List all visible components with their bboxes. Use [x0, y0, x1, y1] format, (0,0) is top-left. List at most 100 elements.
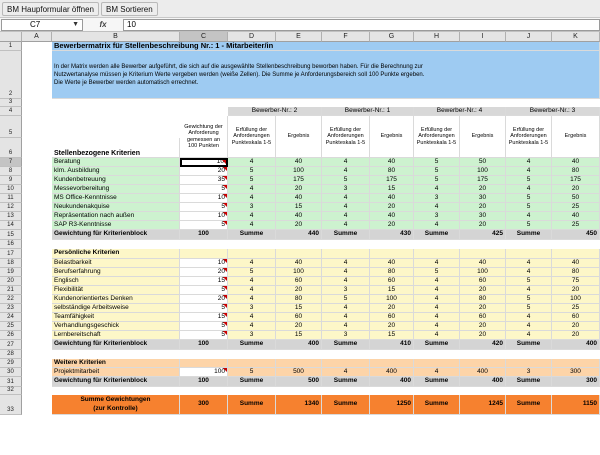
fulfillment-value[interactable]: 5	[506, 176, 552, 185]
row-header-12[interactable]: 12	[0, 203, 22, 212]
fulfillment-value[interactable]: 4	[228, 259, 276, 268]
weight-input[interactable]: 10	[180, 194, 228, 203]
cell[interactable]	[370, 249, 414, 259]
applicant-header[interactable]: Bewerber-Nr.: 1	[322, 107, 414, 116]
column-header-c[interactable]: C	[180, 32, 228, 42]
row-header-6[interactable]: 6	[0, 138, 22, 158]
fulfillment-value[interactable]: 5	[322, 295, 370, 304]
weight-input[interactable]: 15	[180, 313, 228, 322]
fulfillment-value[interactable]: 5	[414, 176, 460, 185]
cell[interactable]	[414, 249, 460, 259]
fulfillment-value[interactable]: 4	[506, 167, 552, 176]
weight-input[interactable]: 5	[180, 185, 228, 194]
weight-input[interactable]: 10	[180, 259, 228, 268]
applicant-header[interactable]: Bewerber-Nr.: 2	[228, 107, 322, 116]
fulfillment-value[interactable]: 3	[414, 194, 460, 203]
column-header-f[interactable]: F	[322, 32, 370, 42]
row-header-24[interactable]: 24	[0, 313, 22, 322]
column-header-d[interactable]: D	[228, 32, 276, 42]
name-box[interactable]: C7 ▼	[1, 18, 83, 31]
cell[interactable]	[552, 249, 600, 259]
row-header-7[interactable]: 7	[0, 158, 22, 167]
weight-input[interactable]: 10	[180, 212, 228, 221]
fulfillment-value[interactable]: 5	[414, 158, 460, 167]
fulfillment-value[interactable]: 4	[322, 277, 370, 286]
row-header-26[interactable]: 26	[0, 331, 22, 340]
column-header-b[interactable]: B	[52, 32, 180, 42]
row-header-30[interactable]: 30	[0, 368, 22, 377]
fulfillment-header[interactable]: Erfüllung der Anforderungen Punkteskala …	[414, 116, 460, 158]
row-header-11[interactable]: 11	[0, 194, 22, 203]
fulfillment-value[interactable]: 4	[414, 313, 460, 322]
weight-header[interactable]: Gewichtung der Anforderung gemessen an 1…	[180, 116, 228, 158]
weight-input[interactable]: 5	[180, 304, 228, 313]
fulfillment-value[interactable]: 4	[228, 194, 276, 203]
fulfillment-value[interactable]: 4	[322, 167, 370, 176]
column-header-a[interactable]: A	[22, 32, 52, 42]
select-all-corner[interactable]	[0, 32, 22, 42]
cell[interactable]	[276, 359, 322, 368]
row-header-4[interactable]: 4	[0, 107, 22, 116]
cell[interactable]	[460, 249, 506, 259]
cell[interactable]	[276, 249, 322, 259]
row-header-5[interactable]: 5	[0, 116, 22, 138]
row-header-2[interactable]: 2	[0, 51, 22, 99]
row-header-3[interactable]: 3	[0, 99, 22, 107]
fulfillment-value[interactable]: 4	[228, 221, 276, 230]
cell[interactable]	[506, 359, 552, 368]
fulfillment-value[interactable]: 4	[506, 286, 552, 295]
applicant-header[interactable]: Bewerber-Nr.: 4	[414, 107, 506, 116]
weight-input[interactable]: 20	[180, 295, 228, 304]
cell[interactable]	[180, 359, 228, 368]
row-header-25[interactable]: 25	[0, 322, 22, 331]
fulfillment-value[interactable]: 4	[228, 212, 276, 221]
cell[interactable]	[460, 359, 506, 368]
fulfillment-value[interactable]: 4	[414, 368, 460, 377]
fulfillment-header[interactable]: Erfüllung der Anforderungen Punkteskala …	[322, 116, 370, 158]
fulfillment-value[interactable]: 4	[228, 286, 276, 295]
fulfillment-value[interactable]: 4	[506, 331, 552, 340]
fulfillment-value[interactable]: 3	[322, 331, 370, 340]
fulfillment-value[interactable]: 4	[322, 322, 370, 331]
fulfillment-value[interactable]: 4	[414, 185, 460, 194]
result-header[interactable]: Ergebnis	[552, 116, 600, 158]
fulfillment-value[interactable]: 4	[506, 322, 552, 331]
fulfillment-value[interactable]: 3	[322, 286, 370, 295]
weight-input-selected[interactable]: 10	[180, 158, 228, 167]
row-header-32[interactable]: 32	[0, 387, 22, 395]
column-header-j[interactable]: J	[506, 32, 552, 42]
row-header-23[interactable]: 23	[0, 304, 22, 313]
column-header-k[interactable]: K	[552, 32, 600, 42]
fulfillment-header[interactable]: Erfüllung der Anforderungen Punkteskala …	[228, 116, 276, 158]
fulfillment-value[interactable]: 4	[506, 259, 552, 268]
row-header-9[interactable]: 9	[0, 176, 22, 185]
fulfillment-value[interactable]: 4	[322, 304, 370, 313]
fulfillment-value[interactable]: 3	[506, 368, 552, 377]
row-header-20[interactable]: 20	[0, 277, 22, 286]
weight-input[interactable]: 100	[180, 368, 228, 377]
weight-input[interactable]: 5	[180, 322, 228, 331]
weight-input[interactable]: 35	[180, 176, 228, 185]
fulfillment-value[interactable]: 4	[322, 212, 370, 221]
applicant-header[interactable]: Bewerber-Nr.: 3	[506, 107, 600, 116]
row-header-14[interactable]: 14	[0, 221, 22, 230]
row-header-33[interactable]: 33	[0, 395, 22, 415]
result-header[interactable]: Ergebnis	[460, 116, 506, 158]
fulfillment-value[interactable]: 5	[228, 368, 276, 377]
weight-input[interactable]: 5	[180, 286, 228, 295]
row-header-16[interactable]: 16	[0, 240, 22, 249]
row-header-29[interactable]: 29	[0, 359, 22, 368]
fulfillment-value[interactable]: 4	[322, 221, 370, 230]
cell[interactable]	[414, 359, 460, 368]
fulfillment-value[interactable]: 4	[506, 268, 552, 277]
fulfillment-value[interactable]: 5	[228, 167, 276, 176]
result-header[interactable]: Ergebnis	[276, 116, 322, 158]
sort-button[interactable]: BM Sortieren	[101, 1, 158, 16]
column-header-h[interactable]: H	[414, 32, 460, 42]
fulfillment-value[interactable]: 4	[414, 259, 460, 268]
row-header-27[interactable]: 27	[0, 340, 22, 350]
fulfillment-value[interactable]: 5	[506, 194, 552, 203]
fulfillment-value[interactable]: 4	[322, 259, 370, 268]
cell[interactable]	[180, 249, 228, 259]
fulfillment-value[interactable]: 4	[228, 322, 276, 331]
